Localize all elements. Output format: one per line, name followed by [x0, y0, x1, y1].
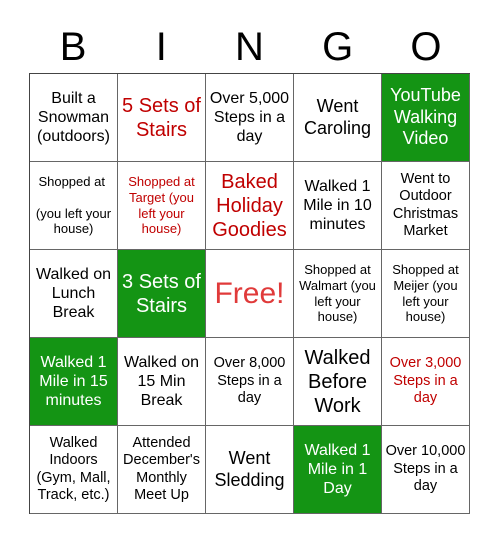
header-letter-b: B [59, 25, 87, 69]
free-space[interactable]: Free! [206, 250, 294, 338]
header-letter-i: I [155, 25, 167, 69]
bingo-cell[interactable]: Over 3,000 Steps in a day [382, 338, 470, 426]
bingo-header: B I N G O [29, 22, 470, 72]
bingo-cell[interactable]: Walked Before Work [294, 338, 382, 426]
bingo-cell[interactable]: Went Sledding [206, 426, 294, 514]
bingo-cell[interactable]: YouTube Walking Video [382, 74, 470, 162]
bingo-cell[interactable]: Shopped at Meijer (you left your house) [382, 250, 470, 338]
bingo-cell[interactable]: 3 Sets of Stairs [118, 250, 206, 338]
bingo-cell[interactable]: Walked on 15 Min Break [118, 338, 206, 426]
bingo-cell[interactable]: Walked 1 Mile in 10 minutes [294, 162, 382, 250]
bingo-cell[interactable]: Shopped at (you left your house) [30, 162, 118, 250]
bingo-cell[interactable]: Walked Indoors (Gym, Mall, Track, etc.) [30, 426, 118, 514]
header-letter-n: N [235, 25, 264, 69]
bingo-cell[interactable]: Attended December's Monthly Meet Up [118, 426, 206, 514]
bingo-cell[interactable]: Shopped at Target (you left your house) [118, 162, 206, 250]
bingo-cell[interactable]: Baked Holiday Goodies [206, 162, 294, 250]
bingo-cell[interactable]: Went to Outdoor Christmas Market [382, 162, 470, 250]
bingo-cell[interactable]: Built a Snowman (outdoors) [30, 74, 118, 162]
bingo-cell[interactable]: Went Caroling [294, 74, 382, 162]
bingo-cell[interactable]: Walked 1 Mile in 15 minutes [30, 338, 118, 426]
header-letter-o: O [410, 25, 442, 69]
header-letter-g: G [322, 25, 354, 69]
bingo-cell[interactable]: Shopped at Walmart (you left your house) [294, 250, 382, 338]
bingo-cell[interactable]: Walked 1 Mile in 1 Day [294, 426, 382, 514]
bingo-cell[interactable]: Over 5,000 Steps in a day [206, 74, 294, 162]
bingo-cell[interactable]: 5 Sets of Stairs [118, 74, 206, 162]
bingo-cell[interactable]: Walked on Lunch Break [30, 250, 118, 338]
bingo-cell[interactable]: Over 8,000 Steps in a day [206, 338, 294, 426]
bingo-grid: Built a Snowman (outdoors) 5 Sets of Sta… [29, 73, 470, 514]
bingo-cell[interactable]: Over 10,000 Steps in a day [382, 426, 470, 514]
